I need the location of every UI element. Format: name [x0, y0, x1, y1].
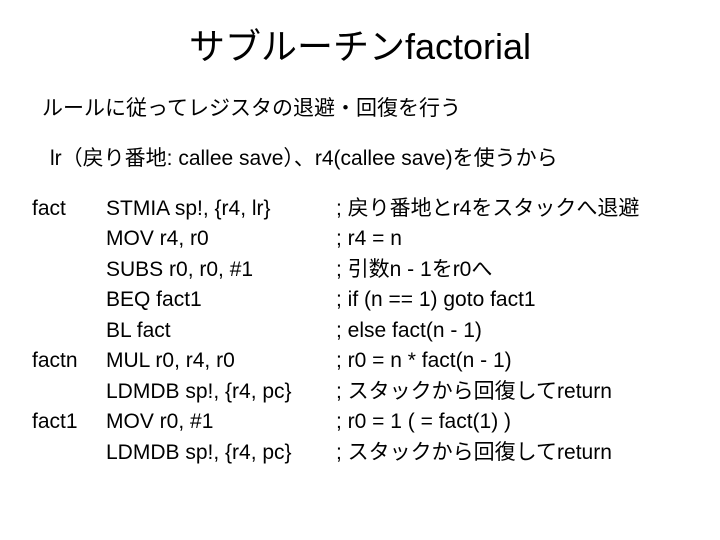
code-instruction: LDMDB sp!, {r4, pc} — [106, 438, 336, 468]
code-instruction: MOV r0, #1 — [106, 407, 336, 437]
code-line: MOV r4, r0 ; r4 = n — [32, 224, 692, 254]
code-label — [32, 255, 106, 285]
code-instruction: MOV r4, r0 — [106, 224, 336, 254]
slide-title: サブルーチンfactorial — [28, 18, 692, 70]
code-line: BL fact ; else fact(n - 1) — [32, 316, 692, 346]
code-comment: ; else fact(n - 1) — [336, 316, 692, 346]
code-comment: ; r0 = 1 ( = fact(1) ) — [336, 407, 692, 437]
code-line: fact1 MOV r0, #1 ; r0 = 1 ( = fact(1) ) — [32, 407, 692, 437]
code-label — [32, 438, 106, 468]
code-line: LDMDB sp!, {r4, pc} ; スタックから回復してreturn — [32, 438, 692, 468]
code-instruction: BL fact — [106, 316, 336, 346]
code-comment: ; スタックから回復してreturn — [336, 377, 692, 407]
code-comment: ; 引数n - 1をr0へ — [336, 255, 692, 285]
code-label: fact1 — [32, 407, 106, 437]
code-comment: ; r0 = n * fact(n - 1) — [336, 346, 692, 376]
code-line: SUBS r0, r0, #1 ; 引数n - 1をr0へ — [32, 255, 692, 285]
description-1: ルールに従ってレジスタの退避・回復を行う — [42, 92, 692, 122]
code-instruction: LDMDB sp!, {r4, pc} — [106, 377, 336, 407]
code-instruction: BEQ fact1 — [106, 285, 336, 315]
code-line: fact STMIA sp!, {r4, lr} ; 戻り番地とr4をスタックへ… — [32, 194, 692, 224]
code-line: BEQ fact1 ; if (n == 1) goto fact1 — [32, 285, 692, 315]
code-instruction: SUBS r0, r0, #1 — [106, 255, 336, 285]
code-instruction: MUL r0, r4, r0 — [106, 346, 336, 376]
code-label: factn — [32, 346, 106, 376]
description-2: lr（戻り番地: callee save）、r4(callee save)を使う… — [50, 142, 692, 172]
code-label — [32, 224, 106, 254]
code-comment: ; スタックから回復してreturn — [336, 438, 692, 468]
code-instruction: STMIA sp!, {r4, lr} — [106, 194, 336, 224]
code-comment: ; 戻り番地とr4をスタックへ退避 — [336, 194, 692, 224]
code-block: fact STMIA sp!, {r4, lr} ; 戻り番地とr4をスタックへ… — [32, 194, 692, 468]
code-label — [32, 377, 106, 407]
code-label — [32, 285, 106, 315]
code-label — [32, 316, 106, 346]
code-comment: ; if (n == 1) goto fact1 — [336, 285, 692, 315]
code-label: fact — [32, 194, 106, 224]
code-line: factn MUL r0, r4, r0 ; r0 = n * fact(n -… — [32, 346, 692, 376]
code-line: LDMDB sp!, {r4, pc} ; スタックから回復してreturn — [32, 377, 692, 407]
code-comment: ; r4 = n — [336, 224, 692, 254]
